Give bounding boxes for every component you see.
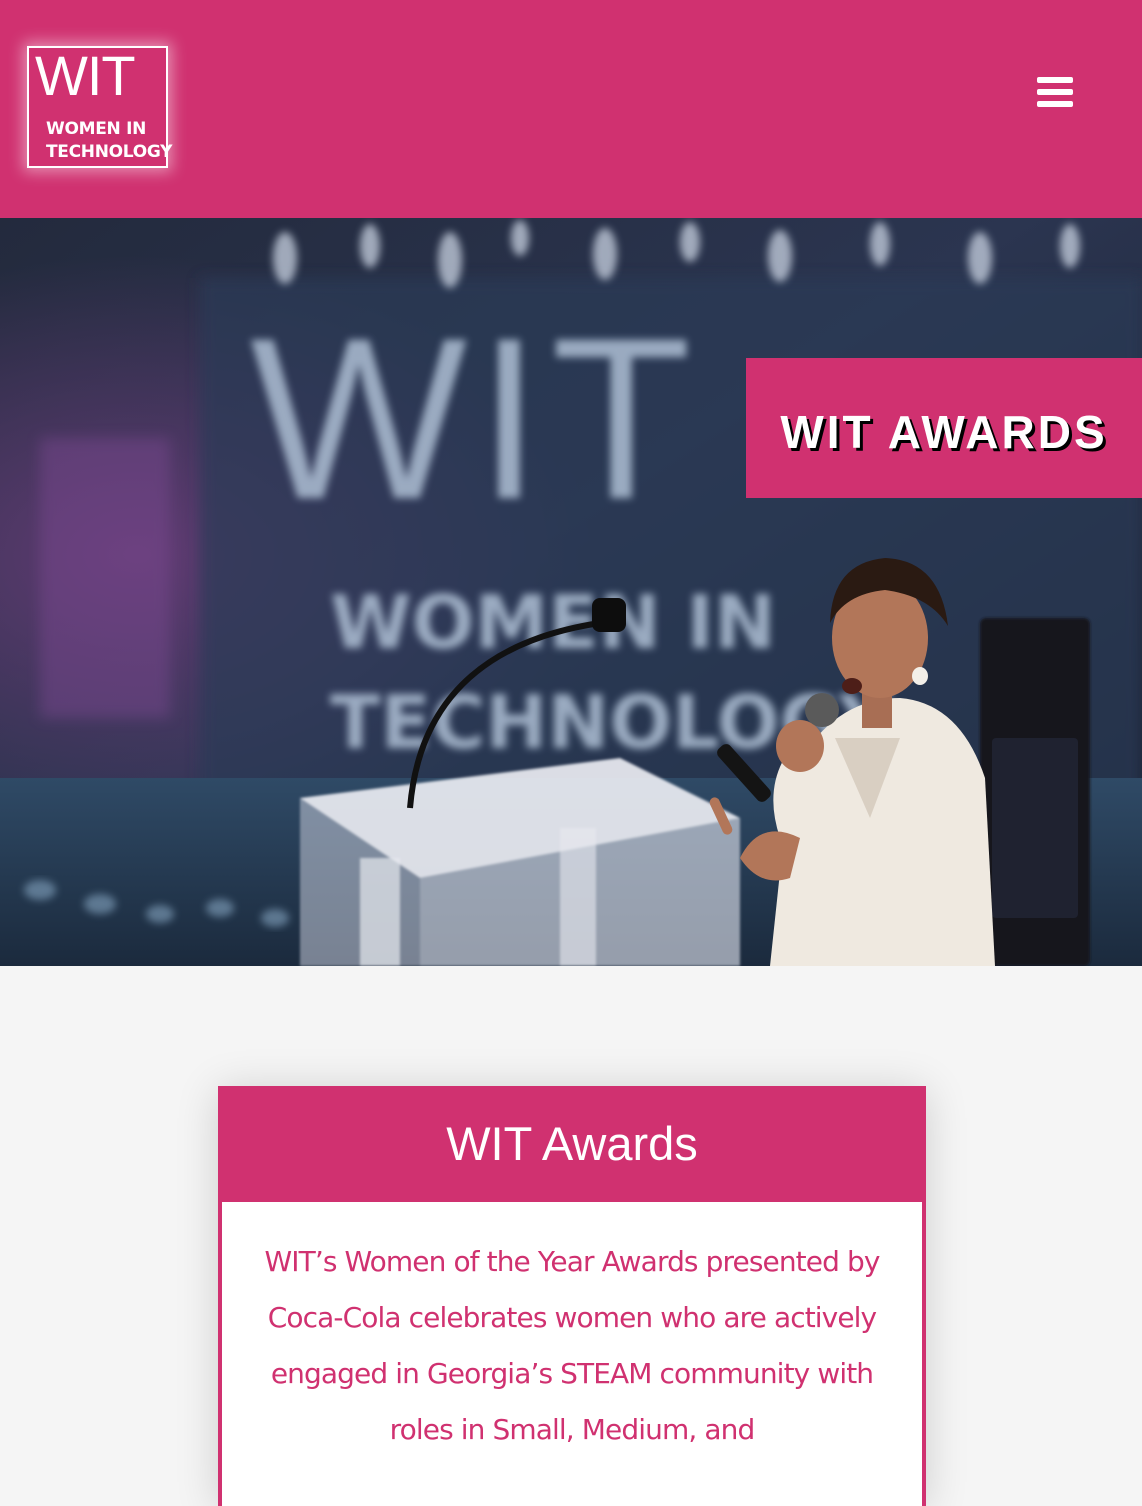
logo-line-1: WOMEN IN — [46, 119, 147, 139]
hero-banner: WIT WOMEN IN TECHNOLOGY WIT AWARDS — [0, 218, 1142, 966]
logo-mark: WIT — [35, 44, 136, 107]
wit-logo[interactable]: WIT WOMEN IN TECHNOLOGY — [27, 44, 172, 168]
menu-bar — [1037, 89, 1073, 95]
card-description: WIT’s Women of the Year Awards presented… — [264, 1245, 880, 1446]
card-header: WIT Awards — [218, 1086, 926, 1202]
card-title: WIT Awards — [446, 1117, 698, 1170]
backdrop-logo-line-1: WOMEN IN — [330, 580, 776, 666]
logo-subtitle: WOMEN IN TECHNOLOGY — [46, 118, 172, 164]
card-body: WIT’s Women of the Year Awards presented… — [222, 1202, 922, 1506]
menu-bar — [1037, 77, 1073, 83]
hero-photo: WIT WOMEN IN TECHNOLOGY — [0, 218, 1142, 966]
site-header: WIT WOMEN IN TECHNOLOGY — [0, 0, 1142, 218]
backdrop-logo-mark: WIT — [250, 290, 701, 547]
wit-awards-card: WIT Awards WIT’s Women of the Year Award… — [218, 1086, 926, 1506]
logo-line-2: TECHNOLOGY — [46, 142, 173, 162]
menu-bar — [1037, 101, 1073, 107]
hamburger-menu-icon[interactable] — [1037, 76, 1073, 107]
hero-badge-title: WIT AWARDS — [780, 406, 1108, 458]
hero-badge: WIT AWARDS — [746, 358, 1142, 498]
